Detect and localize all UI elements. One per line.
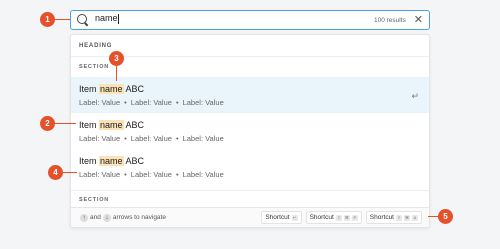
shortcut-label: Shortcut: [309, 214, 334, 221]
section-label: SECTION: [71, 190, 429, 208]
meta-value: Label: Value: [79, 98, 121, 107]
search-icon: [77, 14, 89, 26]
callout-marker-3: 3: [109, 51, 124, 66]
search-bar[interactable]: name 100 results ✕: [70, 10, 430, 30]
meta-value: Label: Value: [130, 134, 172, 143]
search-input-value: name: [95, 13, 118, 23]
enter-key-icon: ↵: [291, 214, 298, 221]
callout-marker-5: 5: [438, 209, 453, 224]
shift-key-icon: ⇧: [335, 214, 342, 221]
shortcut-chip: Shortcut ↵: [261, 211, 302, 224]
item-title-suffix: ABC: [123, 84, 145, 94]
item-title: Item name ABC: [79, 118, 421, 132]
arrow-down-icon: ↓: [102, 213, 111, 222]
separator-dot: •: [175, 134, 179, 143]
hint-and: and: [90, 214, 101, 221]
dropdown-heading: HEADING: [71, 35, 429, 57]
meta-value: Label: Value: [79, 170, 121, 179]
item-meta: Label: Value • Label: Value • Label: Value: [79, 97, 421, 109]
key-p: P: [351, 214, 358, 221]
meta-value: Label: Value: [182, 134, 224, 143]
hint-text: arrows to navigate: [112, 214, 166, 221]
item-title: Item name ABC: [79, 154, 421, 168]
command-key-icon: ⌘: [343, 214, 350, 221]
result-item[interactable]: Item name ABC Label: Value • Label: Value •…: [71, 77, 429, 113]
shift-key-icon: ⇧: [396, 214, 402, 221]
result-count: 100 results: [373, 16, 406, 24]
result-item[interactable]: Item name ABC Label: Value • Label: Value •…: [71, 113, 429, 149]
shortcut-chip: Shortcut ⇧ ⌘ P: [305, 211, 362, 224]
item-title-prefix: Item: [79, 84, 100, 94]
separator-dot: •: [175, 170, 179, 179]
callout-marker-1: 1: [40, 12, 55, 27]
callout-line: [55, 123, 76, 124]
callout-line: [55, 19, 70, 20]
shortcut-label: Shortcut: [265, 214, 290, 221]
shortcut-chip: Shortcut ⇧ ⌘ A: [365, 211, 422, 224]
callout-marker-4: 4: [48, 165, 63, 180]
meta-value: Label: Value: [130, 170, 172, 179]
separator-dot: •: [124, 170, 127, 179]
clear-icon[interactable]: ✕: [414, 14, 423, 26]
navigation-hint: ↑ and ↓ arrows to navigate: [78, 213, 257, 222]
separator-dot: •: [124, 134, 127, 143]
shortcut-label: Shortcut: [369, 214, 394, 221]
item-meta: Label: Value • Label: Value • Label: Value: [79, 169, 421, 181]
meta-value: Label: Value: [182, 170, 224, 179]
text-caret: [117, 13, 119, 24]
item-title-suffix: ABC: [123, 120, 145, 130]
item-title-prefix: Item: [79, 156, 100, 166]
item-title: Item name ABC: [79, 82, 421, 96]
enter-icon: ↵: [411, 91, 419, 101]
dropdown-footer: ↑ and ↓ arrows to navigate Shortcut ↵ Sh…: [71, 207, 429, 227]
callout-line: [116, 66, 117, 81]
key-a: A: [412, 214, 418, 221]
results-dropdown: HEADING SECTION Item name ABC Label: Val…: [70, 34, 430, 228]
callout-marker-2: 2: [40, 116, 55, 131]
match-highlight: name: [99, 156, 124, 166]
separator-dot: •: [124, 98, 127, 107]
separator-dot: •: [175, 98, 179, 107]
arrow-up-icon: ↑: [80, 213, 88, 222]
callout-line: [63, 172, 77, 173]
meta-value: Label: Value: [130, 98, 172, 107]
search-input[interactable]: name: [95, 13, 374, 27]
command-key-icon: ⌘: [404, 214, 410, 221]
canvas: name 100 results ✕ HEADING SECTION Item …: [0, 0, 500, 249]
section-label: SECTION: [79, 64, 110, 70]
item-meta: Label: Value • Label: Value • Label: Value: [79, 133, 421, 145]
item-title-prefix: Item: [79, 120, 100, 130]
item-title-suffix: ABC: [123, 156, 145, 166]
meta-value: Label: Value: [79, 134, 121, 143]
callout-line: [428, 216, 438, 217]
result-item[interactable]: Item name ABC Label: Value • Label: Value •…: [71, 149, 429, 185]
match-highlight: name: [99, 120, 124, 130]
meta-value: Label: Value: [182, 98, 224, 107]
match-highlight: name: [99, 84, 124, 94]
